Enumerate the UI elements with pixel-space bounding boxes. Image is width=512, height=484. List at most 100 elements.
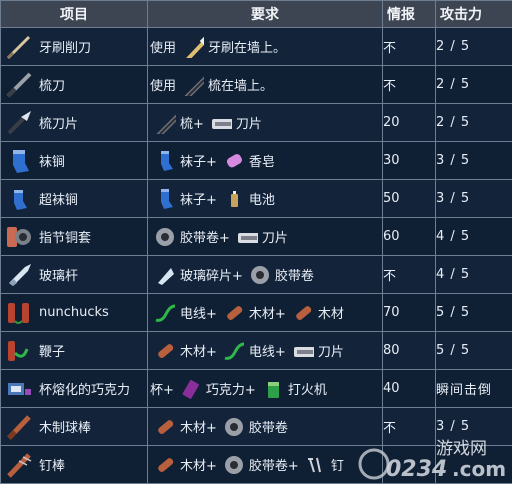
item-cell: 指节铜套 — [0, 217, 148, 256]
knuckle-duster-icon — [5, 223, 33, 251]
requirement-cell: 杯+ 巧克力+ 打火机 — [147, 369, 383, 408]
requirement-text: 木材+ — [180, 345, 217, 360]
requirement-text: 胶带卷 — [248, 421, 288, 436]
intel-cell: 70 — [382, 293, 436, 332]
requirement-cell: 电线+ 木材+ 木材 — [147, 293, 383, 332]
requirement-cell: 梳+ 刀片 — [147, 103, 383, 142]
crafting-table: 项目 要求 情报 攻击力 牙刷削刀 使用 牙刷在墙上。不 2 / 5 梳刀 使用 梳在墙上。… — [0, 0, 512, 484]
requirement-text: 钉 — [330, 459, 344, 474]
table-row: 牙刷削刀 使用 牙刷在墙上。 不 2 / 5 — [0, 27, 512, 66]
item-name: nunchucks — [39, 305, 109, 320]
requirement-text: 木材+ — [248, 307, 286, 322]
table-row: 玻璃杆 玻璃碎片+ 胶带卷 不 4 / 5 — [0, 255, 512, 294]
requirement-text: 电线+ — [180, 307, 217, 322]
requirement-cell: 木材+ 胶带卷+ 钉 — [147, 445, 383, 484]
attack-cell: 2 / 5 — [435, 103, 512, 142]
toothbrush-shiv-icon — [5, 33, 33, 61]
requirement-cell: 使用 牙刷在墙上。 — [147, 27, 383, 66]
requirement-text: 香皂 — [248, 155, 275, 170]
table-row: 梳刀片 梳+ 刀片 20 2 / 5 — [0, 103, 512, 142]
requirement-text: 使用 — [150, 41, 177, 56]
timber-icon — [154, 340, 176, 362]
item-name: 超袜锏 — [39, 193, 79, 208]
requirement-text: 杯+ — [150, 383, 174, 398]
intel-cell: 不 — [382, 407, 436, 446]
item-cell: 牙刷削刀 — [0, 27, 148, 66]
table-row: 指节铜套 胶带卷+ 刀片 60 4 / 5 — [0, 217, 512, 256]
requirement-text: 使用 — [150, 79, 177, 94]
sock-icon — [154, 150, 176, 172]
table-row: nunchucks 电线+ 木材+ 木材 70 5 / 5 — [0, 293, 512, 332]
item-cell: 超袜锏 — [0, 179, 148, 218]
attack-cell: 3 / 5 — [435, 179, 512, 218]
lighter-icon — [262, 378, 284, 400]
requirement-cell: 袜子+ 香皂 — [147, 141, 383, 180]
item-name: 鞭子 — [39, 345, 66, 360]
sock-mace-icon — [5, 147, 33, 175]
requirement-text: 玻璃碎片+ — [180, 269, 243, 284]
intel-cell: 40 — [382, 369, 436, 408]
header-requirement: 要求 — [147, 0, 383, 28]
intel-cell: 不 — [382, 255, 436, 294]
item-name: 袜锏 — [39, 155, 66, 170]
timber-icon — [154, 454, 176, 476]
sock-icon — [154, 188, 176, 210]
glass-shank-icon — [5, 261, 33, 289]
attack-cell: 瞬间击倒 — [435, 369, 512, 408]
wire-icon — [154, 302, 176, 324]
requirement-cell: 木材+ 胶带卷 — [147, 407, 383, 446]
razor-icon — [236, 226, 258, 248]
table-row: 木制球棒 木材+ 胶带卷 不 3 / 5 — [0, 407, 512, 446]
nails-icon — [305, 454, 327, 476]
intel-cell: 80 — [382, 331, 436, 370]
item-cell: 杯熔化的巧克力 — [0, 369, 148, 408]
cup-of-molten-chocolate-icon — [5, 375, 33, 403]
header-attack: 攻击力 — [435, 0, 512, 28]
table-row: 钉棒 木材+ 胶带卷+ 钉 — [0, 445, 512, 484]
battery-icon — [223, 188, 245, 210]
header-row: 项目 要求 情报 攻击力 — [0, 0, 512, 28]
table-body: 牙刷削刀 使用 牙刷在墙上。不 2 / 5 梳刀 使用 梳在墙上。不 2 / 5 梳刀片 梳+ 刀片… — [0, 27, 512, 484]
intel-cell: 30 — [382, 141, 436, 180]
tape-icon — [223, 454, 245, 476]
item-cell: 木制球棒 — [0, 407, 148, 446]
item-name: 梳刀片 — [39, 117, 79, 132]
requirement-text: 木材+ — [180, 459, 217, 474]
requirement-text: 木材 — [317, 307, 344, 322]
wire-icon — [223, 340, 245, 362]
requirement-text: 胶带卷+ — [180, 231, 230, 246]
attack-cell: 3 / 5 — [435, 407, 512, 446]
chocolate-icon — [180, 378, 202, 400]
item-cell: 钉棒 — [0, 445, 148, 484]
timber-icon — [292, 302, 314, 324]
item-cell: 鞭子 — [0, 331, 148, 370]
whip-icon — [5, 337, 33, 365]
requirement-text: 打火机 — [287, 383, 327, 398]
requirement-text: 电线+ — [248, 345, 286, 360]
intel-cell: 20 — [382, 103, 436, 142]
tape-icon — [249, 264, 271, 286]
wooden-bat-icon — [5, 413, 33, 441]
timber-icon — [154, 416, 176, 438]
item-name: 指节铜套 — [39, 231, 92, 246]
item-name: 杯熔化的巧克力 — [39, 383, 131, 398]
table-row: 鞭子 木材+ 电线+ 刀片 80 5 / 5 — [0, 331, 512, 370]
attack-cell: 3 / 5 — [435, 141, 512, 180]
intel-cell — [382, 445, 436, 484]
item-cell: 袜锏 — [0, 141, 148, 180]
razor-icon — [292, 340, 314, 362]
soap-icon — [223, 150, 245, 172]
requirement-text: 胶带卷+ — [248, 459, 299, 474]
header-item-label: 项目 — [60, 7, 88, 23]
requirement-text: 刀片 — [317, 345, 344, 360]
table-row: 杯熔化的巧克力 杯+ 巧克力+ 打火机 40 瞬间击倒 — [0, 369, 512, 408]
item-name: 梳刀 — [39, 79, 66, 94]
requirement-cell: 袜子+ 电池 — [147, 179, 383, 218]
timber-icon — [223, 302, 245, 324]
requirement-text: 牙刷在墙上。 — [208, 41, 287, 56]
comb-blade-icon — [5, 71, 33, 99]
requirement-text: 木材+ — [180, 421, 217, 436]
intel-cell: 50 — [382, 179, 436, 218]
tape-icon — [154, 226, 176, 248]
requirement-text: 袜子+ — [180, 193, 217, 208]
